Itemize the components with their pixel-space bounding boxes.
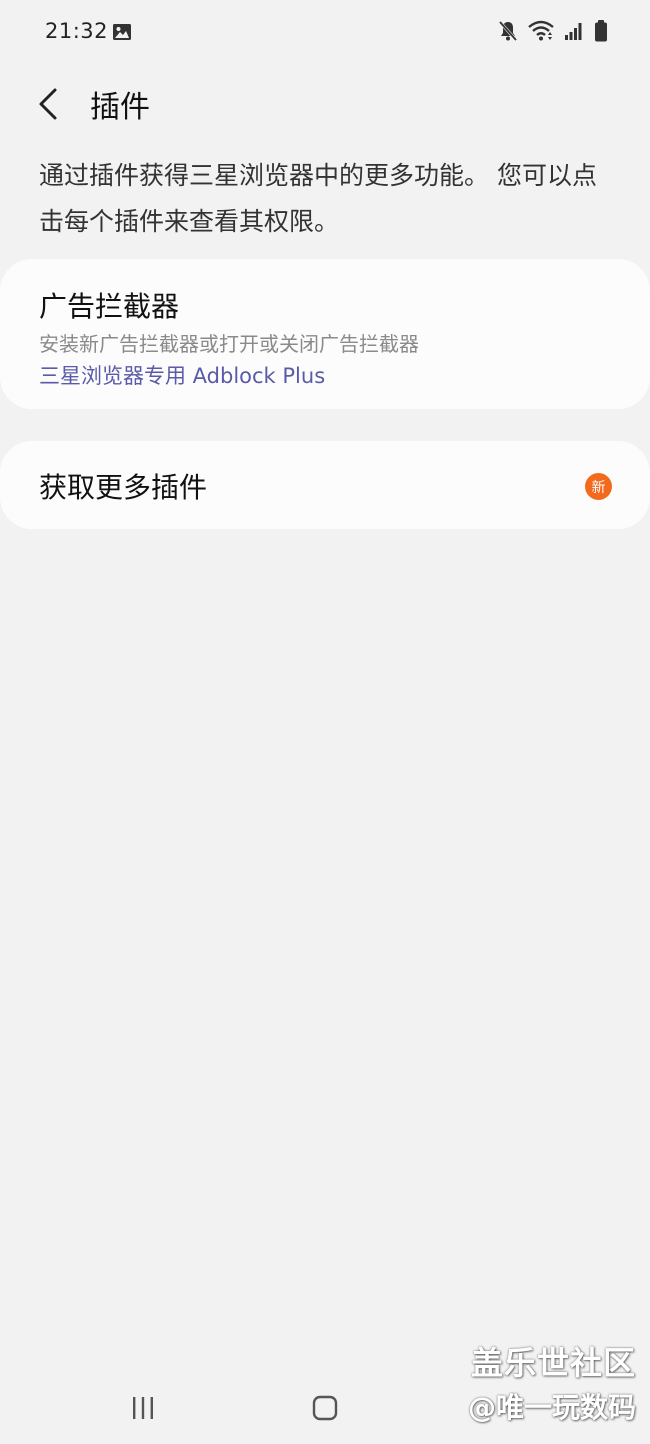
ad-blockers-title: 广告拦截器 (39, 290, 180, 323)
home-button[interactable] (302, 1388, 348, 1428)
get-more-addons-card[interactable]: 获取更多插件 (0, 441, 650, 529)
back-arrow-icon (39, 88, 57, 120)
status-bar: 21:32 (0, 0, 650, 66)
recents-icon (133, 1397, 153, 1419)
home-icon (312, 1395, 338, 1421)
watermark-community: 盖乐世社区 (470, 1344, 636, 1382)
recents-button[interactable] (120, 1388, 166, 1428)
app-bar: 插件 (0, 66, 650, 136)
page-description: 通过插件获得三星浏览器中的更多功能。 您可以点击每个插件来查看其权限。 (39, 161, 597, 236)
new-badge: 新 (585, 473, 612, 500)
page-title: 插件 (90, 90, 150, 125)
signal-icon (564, 21, 584, 41)
adblock-plus-link[interactable]: 三星浏览器专用 Adblock Plus (39, 360, 325, 390)
back-button[interactable] (22, 78, 74, 130)
watermark-author: @唯一玩数码 (467, 1391, 636, 1424)
gallery-icon (112, 22, 132, 42)
status-time: 21:32 (45, 19, 109, 43)
wifi-icon (528, 20, 554, 42)
status-icons (498, 20, 608, 42)
ad-blockers-card[interactable]: 广告拦截器 安装新广告拦截器或打开或关闭广告拦截器 三星浏览器专用 Adbloc… (0, 259, 650, 409)
ad-blockers-subtitle: 安装新广告拦截器或打开或关闭广告拦截器 (39, 332, 419, 356)
mute-icon (498, 20, 518, 42)
battery-icon (594, 20, 608, 42)
get-more-addons-title: 获取更多插件 (39, 471, 208, 504)
